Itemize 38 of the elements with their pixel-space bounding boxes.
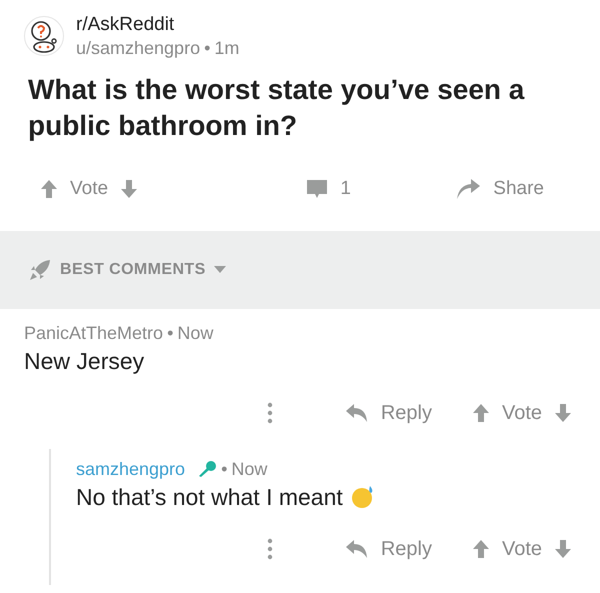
comment-author[interactable]: samzhengpro [76,457,186,481]
comment-body: No that’s not what I meant [76,483,343,512]
reply-button[interactable]: Reply [344,398,432,428]
downvote-icon[interactable] [120,179,138,199]
subreddit-name[interactable]: r/AskReddit [76,12,240,37]
upvote-icon[interactable] [472,403,490,423]
upvote-icon[interactable] [472,539,490,559]
downvote-icon[interactable] [554,539,572,559]
vote-label: Vote [70,176,108,201]
share-icon [455,177,482,201]
vote-label: Vote [502,537,542,562]
reply-icon [344,539,369,559]
post-age: 1m [214,36,240,60]
sort-dropdown[interactable]: BEST COMMENTS [60,258,226,282]
emoji-icon [350,485,375,509]
separator-dot: • [204,36,210,60]
post-author[interactable]: u/samzhengpro [76,36,200,60]
share-button[interactable]: Share [455,174,560,204]
rocket-icon [28,258,52,282]
reply-button[interactable]: Reply [344,534,432,564]
comment-count: 1 [340,176,351,201]
vote-label: Vote [502,401,542,426]
separator-dot: • [221,458,228,481]
subreddit-icon [24,16,64,56]
more-options-icon[interactable] [266,402,273,424]
separator-dot: • [167,322,174,345]
comment-author[interactable]: PanicAtTheMetro [24,321,164,345]
comment-body: New Jersey [24,347,144,376]
comment-age: Now [231,458,268,481]
upvote-icon[interactable] [40,179,58,199]
microphone-icon [197,460,218,478]
comment-age: Now [177,322,214,345]
caret-icon [214,266,226,274]
post-title: What is the worst state you’ve seen a public bathroom in? [28,73,526,143]
downvote-icon[interactable] [554,403,572,423]
comment-icon[interactable] [306,178,328,200]
reply-icon [344,403,369,423]
more-options-icon[interactable] [266,538,273,560]
